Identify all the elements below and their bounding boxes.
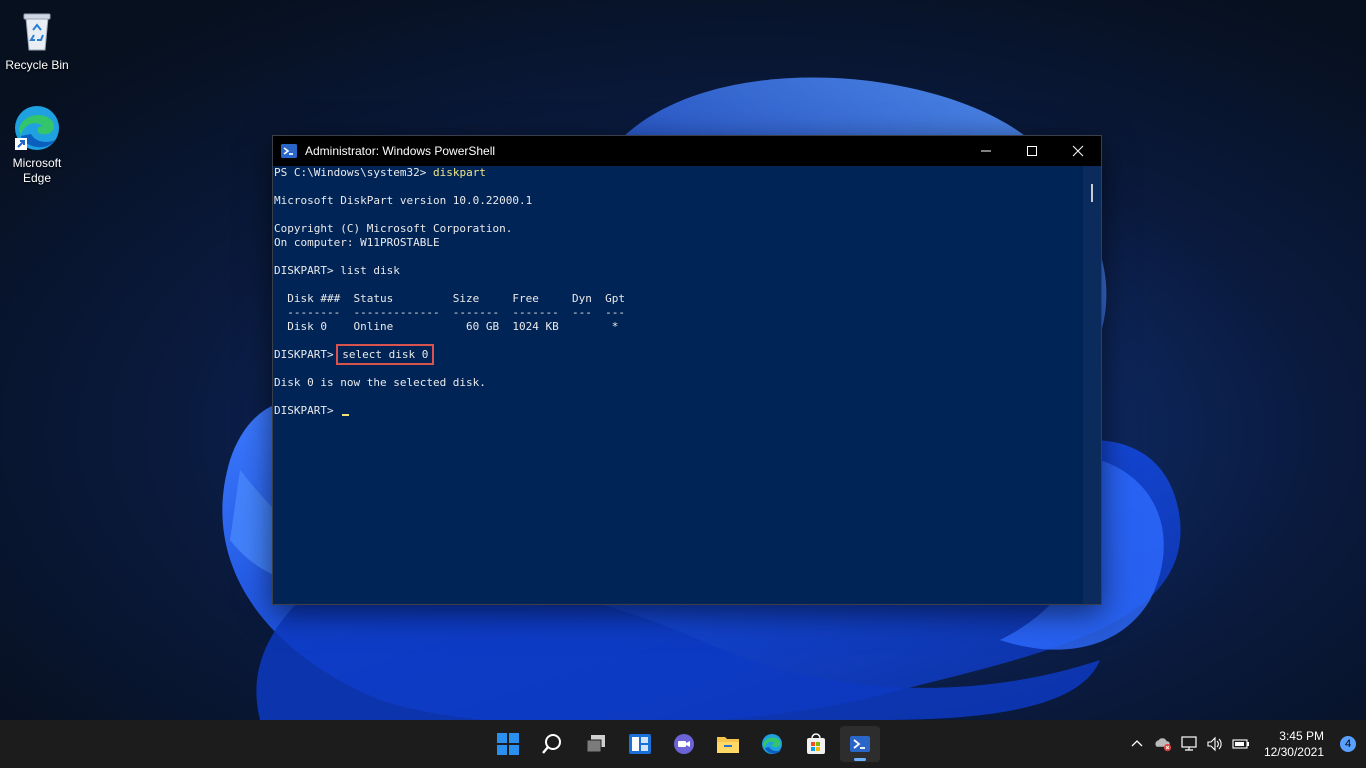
powershell-taskbar-button[interactable]: [840, 726, 880, 762]
network-icon[interactable]: [1180, 735, 1198, 753]
console-line: DISKPART> list disk: [274, 264, 400, 277]
console-line: Disk 0 is now the selected disk.: [274, 376, 486, 389]
chevron-up-icon[interactable]: [1128, 735, 1146, 753]
task-view-icon: [586, 735, 605, 753]
vertical-scrollbar[interactable]: [1083, 166, 1101, 604]
scroll-thumb[interactable]: [1091, 184, 1093, 202]
recycle-bin-desktop-icon[interactable]: Recycle Bin: [1, 6, 73, 73]
file-explorer-button[interactable]: [708, 726, 748, 762]
prompt-line: DISKPART>: [274, 404, 1083, 418]
console-line: PS C:\Windows\system32> diskpart: [274, 166, 486, 179]
windows-start-icon: [497, 733, 519, 755]
maximize-button[interactable]: [1009, 136, 1055, 166]
recycle-bin-icon: [13, 6, 61, 54]
edge-icon: [13, 104, 61, 152]
powershell-icon: [281, 143, 297, 159]
close-icon: [1072, 145, 1084, 157]
notification-badge[interactable]: 4: [1340, 736, 1356, 752]
system-tray: 3:45 PM 12/30/2021 4: [1128, 720, 1356, 768]
onedrive-error-icon[interactable]: [1154, 735, 1172, 753]
task-view-button[interactable]: [576, 726, 616, 762]
store-icon: [807, 733, 825, 754]
folder-icon: [717, 737, 739, 753]
console-line: On computer: W11PROSTABLE: [274, 236, 440, 249]
disk-table-row: Disk 0 Online 60 GB 1024 KB *: [274, 320, 619, 333]
chat-icon: [674, 734, 694, 754]
minimize-icon: [981, 150, 991, 152]
search-button[interactable]: [532, 726, 572, 762]
store-button[interactable]: [796, 726, 836, 762]
close-button[interactable]: [1055, 136, 1101, 166]
highlighted-command: select disk 0: [336, 344, 435, 365]
search-icon: [542, 734, 561, 754]
date-text: 12/30/2021: [1263, 745, 1324, 759]
clock[interactable]: 3:45 PM 12/30/2021: [1264, 728, 1324, 760]
powershell-window[interactable]: Administrator: Windows PowerShell PS C:\…: [272, 135, 1102, 605]
console-line: Copyright (C) Microsoft Corporation.: [274, 222, 513, 235]
edge-taskbar-button[interactable]: [752, 726, 792, 762]
recycle-bin-label: Recycle Bin: [5, 58, 69, 72]
edge-label-line1: Microsoft: [12, 156, 62, 170]
command-diskpart: diskpart: [432, 166, 486, 179]
window-title: Administrator: Windows PowerShell: [305, 144, 496, 158]
chat-button[interactable]: [664, 726, 704, 762]
taskbar: 3:45 PM 12/30/2021 4: [0, 720, 1366, 768]
microsoft-edge-desktop-icon[interactable]: Microsoft Edge: [1, 104, 73, 186]
taskbar-apps: [488, 726, 880, 762]
start-button[interactable]: [488, 726, 528, 762]
text-cursor: [342, 414, 350, 416]
disk-table-separator: -------- ------------- ------- ------- -…: [274, 306, 625, 319]
minimize-button[interactable]: [963, 136, 1009, 166]
maximize-icon: [1027, 146, 1037, 156]
disk-table-header: Disk ### Status Size Free Dyn Gpt: [274, 292, 625, 305]
title-bar[interactable]: Administrator: Windows PowerShell: [273, 136, 1101, 166]
battery-icon[interactable]: [1232, 735, 1250, 753]
edge-label-line2: Edge: [22, 171, 52, 185]
time-text: 3:45 PM: [1279, 729, 1324, 743]
widgets-icon: [629, 734, 651, 754]
console-line: DISKPART> select disk 0: [274, 344, 435, 365]
edge-icon: [762, 734, 782, 754]
console-line: Microsoft DiskPart version 10.0.22000.1: [274, 194, 533, 207]
console-output[interactable]: PS C:\Windows\system32> diskpart Microsof…: [273, 166, 1083, 604]
powershell-icon: [850, 736, 870, 752]
volume-icon[interactable]: [1206, 735, 1224, 753]
widgets-button[interactable]: [620, 726, 660, 762]
